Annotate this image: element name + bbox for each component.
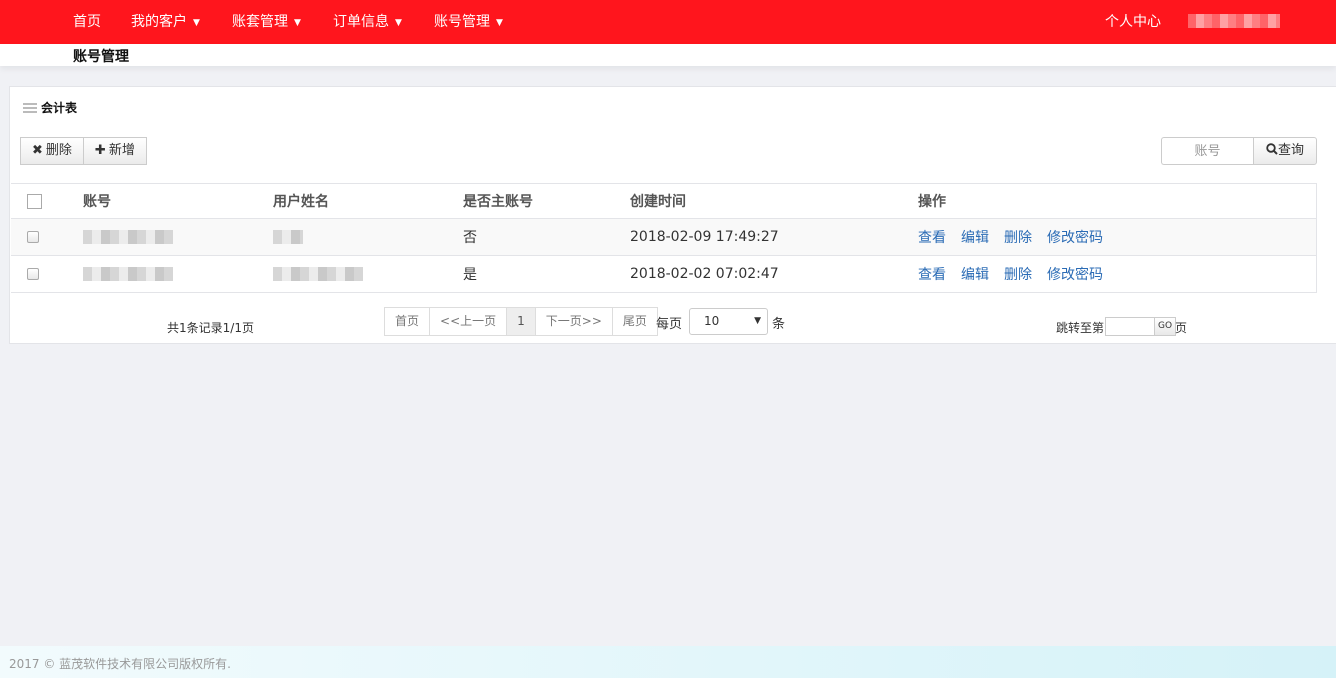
nav-account-management[interactable]: 账号管理 ▼ — [434, 0, 503, 44]
column-header-actions: 操作 — [918, 183, 1317, 219]
jump-label: 跳转至第 — [1056, 321, 1105, 335]
add-button[interactable]: ✚ 新增 — [83, 137, 147, 165]
nav-account-management-label: 账号管理 — [434, 14, 490, 30]
change-password-link[interactable]: 修改密码 — [1047, 230, 1103, 246]
breadcrumb-bar: 账号管理 — [0, 44, 1336, 66]
table-row: 是 2018-02-02 07:02:47 查看 编辑 删除 修改密码 — [11, 255, 1317, 293]
column-header-created: 创建时间 — [630, 183, 918, 219]
edit-link[interactable]: 编辑 — [961, 267, 989, 283]
created-cell: 2018-02-02 07:02:47 — [630, 255, 918, 293]
first-page-button[interactable]: 首页 — [384, 307, 431, 336]
account-redacted — [83, 267, 173, 281]
is-main-cell: 否 — [463, 218, 630, 256]
caret-down-icon: ▼ — [395, 18, 402, 28]
nav-home[interactable]: 首页 — [73, 0, 101, 44]
nav-ledger-management-label: 账套管理 — [232, 14, 288, 30]
change-password-link[interactable]: 修改密码 — [1047, 267, 1103, 283]
username-redacted — [273, 267, 363, 281]
per-page-unit: 条 — [772, 317, 786, 332]
copyright-text: 2017 © 蓝茂软件技术有限公司版权所有. — [9, 657, 231, 671]
caret-down-icon: ▼ — [193, 18, 200, 28]
account-panel: 会计表 ✖删除 ✚新增 查询 账号 用户姓名 是否主账号 创建时间 操作 — [9, 86, 1336, 344]
panel-header: 会计表 — [23, 99, 77, 116]
add-button-label: 新增 — [108, 143, 135, 158]
jump-suffix: 页 — [1175, 321, 1188, 335]
per-page-label: 每页 — [656, 317, 683, 332]
actions-cell: 查看 编辑 删除 修改密码 — [918, 255, 1317, 293]
search-button[interactable]: 查询 — [1253, 137, 1317, 165]
page-links: 首页 <<上一页 1 下一页>> 尾页 — [384, 307, 658, 336]
row-checkbox-cell — [11, 218, 83, 256]
column-header-account: 账号 — [83, 183, 273, 219]
go-button[interactable]: GO — [1154, 317, 1176, 336]
footer: 2017 © 蓝茂软件技术有限公司版权所有. — [0, 646, 1336, 678]
username-redacted[interactable] — [1188, 14, 1280, 28]
panel-title: 会计表 — [41, 101, 78, 115]
search-button-label: 查询 — [1277, 143, 1304, 158]
account-cell — [83, 218, 273, 256]
per-page-select[interactable]: 10 ▼ — [689, 308, 768, 335]
caret-down-icon: ▼ — [496, 18, 503, 28]
edit-link[interactable]: 编辑 — [961, 230, 989, 246]
delete-link[interactable]: 删除 — [1004, 230, 1032, 246]
current-page-button[interactable]: 1 — [507, 307, 536, 336]
pagination: 共1条记录1/1页 首页 <<上一页 1 下一页>> 尾页 每页 10 ▼ 条 跳… — [10, 307, 1336, 337]
top-navbar: 首页 我的客户 ▼ 账套管理 ▼ 订单信息 ▼ 账号管理 ▼ 个人中心 — [0, 0, 1336, 44]
select-all-cell — [11, 183, 83, 219]
prev-page-button[interactable]: <<上一页 — [430, 307, 508, 336]
delete-link[interactable]: 删除 — [1004, 267, 1032, 283]
nav-order-info[interactable]: 订单信息 ▼ — [333, 0, 402, 44]
last-page-button[interactable]: 尾页 — [612, 307, 658, 336]
delete-button-label: 删除 — [45, 143, 72, 158]
column-header-is-main: 是否主账号 — [463, 183, 630, 219]
username-cell — [273, 218, 463, 256]
row-checkbox[interactable] — [27, 268, 39, 280]
row-checkbox[interactable] — [27, 231, 39, 243]
caret-down-icon: ▼ — [294, 18, 301, 28]
per-page-value: 10 — [704, 314, 720, 328]
close-icon: ✖ — [32, 143, 43, 158]
username-cell — [273, 255, 463, 293]
username-redacted — [273, 230, 303, 244]
delete-button[interactable]: ✖ 删除 — [20, 137, 84, 165]
nav-order-info-label: 订单信息 — [333, 14, 389, 30]
account-cell — [83, 255, 273, 293]
next-page-button[interactable]: 下一页>> — [535, 307, 613, 336]
created-cell: 2018-02-09 17:49:27 — [630, 218, 918, 256]
caret-down-icon: ▼ — [754, 316, 761, 326]
list-icon — [23, 103, 37, 113]
nav-ledger-management[interactable]: 账套管理 ▼ — [232, 0, 301, 44]
nav-my-customers-label: 我的客户 — [131, 14, 187, 30]
actions-cell: 查看 编辑 删除 修改密码 — [918, 218, 1317, 256]
search-icon — [1266, 143, 1278, 155]
nav-personal-center[interactable]: 个人中心 — [1105, 0, 1161, 44]
record-summary: 共1条记录1/1页 — [167, 321, 254, 335]
table-header-row: 账号 用户姓名 是否主账号 创建时间 操作 — [11, 183, 1317, 219]
column-header-username: 用户姓名 — [273, 183, 463, 219]
view-link[interactable]: 查看 — [918, 230, 946, 246]
search-group: 查询 — [1161, 137, 1317, 165]
toolbar: ✖ 删除 ✚ 新增 — [20, 137, 147, 165]
table-row: 否 2018-02-09 17:49:27 查看 编辑 删除 修改密码 — [11, 218, 1317, 256]
row-checkbox-cell — [11, 255, 83, 293]
plus-icon: ✚ — [94, 143, 106, 158]
account-redacted — [83, 230, 173, 244]
nav-my-customers[interactable]: 我的客户 ▼ — [131, 0, 200, 44]
is-main-cell: 是 — [463, 255, 630, 293]
accounts-table: 账号 用户姓名 是否主账号 创建时间 操作 否 2018-02-09 17:49… — [11, 183, 1317, 293]
account-search-input[interactable] — [1161, 137, 1253, 165]
view-link[interactable]: 查看 — [918, 267, 946, 283]
jump-page-input[interactable] — [1105, 317, 1155, 336]
page-title: 账号管理 — [73, 49, 129, 65]
select-all-checkbox[interactable] — [27, 193, 42, 209]
